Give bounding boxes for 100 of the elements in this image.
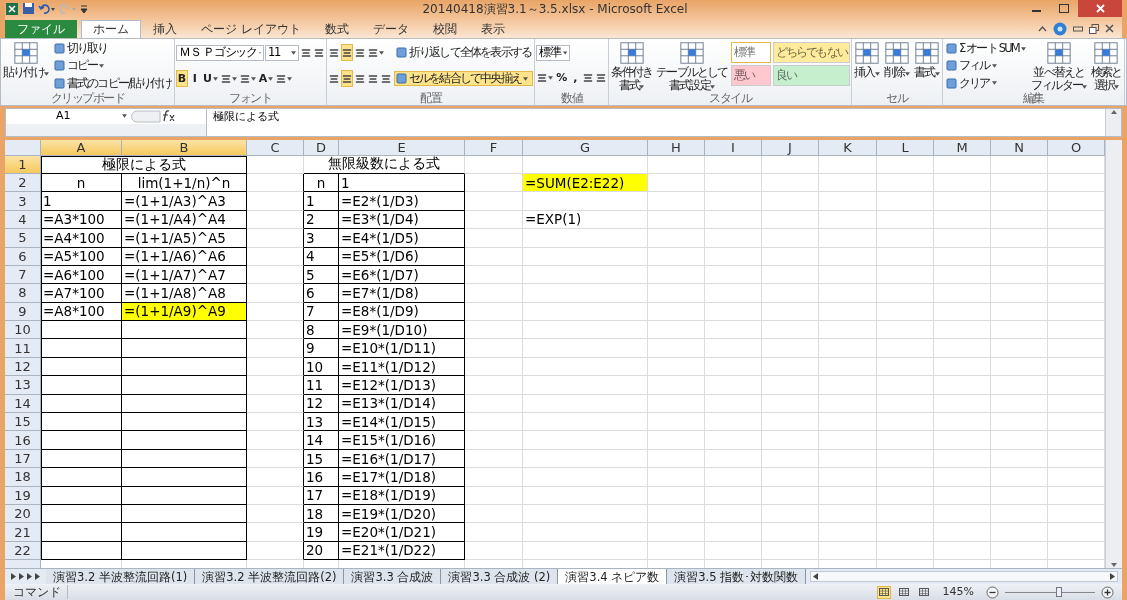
vertical-scrollbar[interactable] — [1105, 139, 1122, 569]
help-icon[interactable] — [1053, 21, 1067, 36]
column-header[interactable]: I — [705, 139, 762, 156]
dropdown-field[interactable]: 標準 — [536, 44, 571, 61]
column-header[interactable]: D — [304, 139, 339, 156]
zoom-out-icon[interactable] — [986, 585, 999, 599]
close-button[interactable] — [1078, 0, 1122, 18]
column-header[interactable]: A — [41, 139, 122, 156]
ribbon-tab[interactable]: データ — [360, 19, 421, 38]
view-button[interactable] — [896, 585, 911, 599]
sheet-tab[interactable]: 演習3.2 半波整流回路(2) — [195, 569, 345, 585]
column-header[interactable]: B — [122, 139, 247, 156]
scroll-right-icon[interactable] — [1110, 573, 1115, 581]
ribbon-button[interactable]: 挿入 — [852, 39, 881, 92]
row-header[interactable]: 10 — [5, 321, 41, 340]
customize-icon[interactable] — [80, 2, 88, 15]
zoom-level[interactable]: 145% — [936, 585, 980, 600]
ribbon-tab[interactable]: 挿入 — [141, 19, 189, 38]
collapse-icon[interactable] — [1038, 25, 1047, 33]
sheet-tab[interactable]: 演習3.5 指数･対数関数 — [667, 569, 807, 585]
row-header[interactable]: 5 — [5, 229, 41, 248]
table-cell — [877, 155, 934, 174]
row-header[interactable]: 18 — [5, 468, 41, 487]
restore-icon[interactable] — [1089, 23, 1099, 34]
table-cell: =E7*(1/D8) — [339, 284, 465, 303]
ribbon-tab[interactable]: ファイル — [5, 19, 77, 38]
row-header[interactable]: 15 — [5, 413, 41, 432]
ribbon-tab[interactable]: ホーム — [81, 19, 141, 38]
table-cell: 2 — [304, 210, 339, 230]
column-header[interactable]: L — [877, 139, 934, 156]
toggle-button[interactable]: % — [555, 69, 569, 87]
row-header[interactable]: 11 — [5, 339, 41, 358]
sheet-tab[interactable]: 演習3.3 合成波 — [344, 569, 442, 585]
dropdown-field[interactable]: ＭＳ Ｐゴシック — [175, 44, 264, 61]
ribbon-button[interactable]: コピー — [51, 58, 173, 74]
column-header[interactable]: J — [762, 139, 819, 156]
sheet-tab[interactable]: 演習3.4 ネピア数 — [558, 569, 668, 585]
column-header[interactable]: G — [523, 139, 648, 156]
row-header[interactable]: 3 — [5, 192, 41, 211]
sheet-tab[interactable]: 演習3.3 合成波 (2) — [441, 569, 559, 585]
ribbon-tab[interactable]: ページ レイアウト — [189, 19, 313, 38]
row-header[interactable]: 13 — [5, 376, 41, 395]
toggle-button[interactable]: A — [257, 70, 275, 88]
view-button[interactable] — [876, 585, 891, 599]
close-icon[interactable] — [1105, 24, 1114, 34]
column-header[interactable]: H — [648, 139, 705, 156]
scroll-left-icon[interactable] — [813, 573, 819, 581]
spreadsheet-icon[interactable] — [5, 1, 19, 16]
save-icon[interactable] — [22, 2, 35, 16]
icon-button[interactable] — [340, 44, 353, 62]
row-header[interactable]: 16 — [5, 431, 41, 450]
dropdown-field[interactable]: 11 — [264, 44, 299, 61]
ribbon-tab[interactable]: 表示 — [468, 19, 517, 38]
ribbon-button[interactable]: 切り取り — [51, 41, 173, 56]
zoom-slider[interactable] — [1056, 586, 1062, 597]
ribbon-button[interactable]: 検索と 選択 — [1090, 39, 1123, 92]
ribbon-tab[interactable]: 数式 — [312, 19, 361, 38]
ribbon-button[interactable]: 書式 — [912, 39, 941, 92]
caret-icon — [268, 76, 274, 81]
ribbon-button[interactable]: フィル — [943, 58, 1028, 74]
cell-style[interactable]: 良い — [772, 64, 850, 86]
ribbon-button[interactable]: クリア — [943, 75, 1028, 91]
table-cell — [762, 505, 819, 524]
toggle-button[interactable]: B — [175, 70, 188, 88]
cell-style[interactable]: どちらでもない — [772, 41, 850, 63]
row-header[interactable]: 8 — [5, 284, 41, 303]
ribbon-button[interactable]: Σ オート SUM — [943, 41, 1028, 57]
ribbon-button[interactable]: 書式のコピー/貼り付け — [51, 75, 173, 91]
column-header[interactable]: F — [465, 139, 523, 156]
column-header[interactable]: N — [991, 139, 1048, 156]
ribbon-button[interactable]: 折り返して全体を表示する — [393, 45, 534, 61]
view-button[interactable] — [916, 585, 931, 599]
minimize-icon[interactable] — [1073, 25, 1083, 33]
ribbon-button[interactable]: テーブルとして 書式設定 — [655, 39, 729, 92]
ribbon-button[interactable]: 並べ替えと フィルター — [1030, 39, 1088, 92]
sheet-tab[interactable]: 演習3.2 半波整流回路(1) — [46, 569, 196, 585]
column-header[interactable]: E — [339, 139, 465, 156]
toggle-button[interactable]: I — [188, 70, 201, 88]
column-header[interactable]: M — [934, 139, 991, 156]
table-cell — [877, 468, 934, 487]
caret-icon — [287, 76, 293, 81]
undo-icon[interactable] — [38, 2, 56, 15]
ribbon-tab[interactable]: 校閲 — [420, 19, 469, 38]
column-header[interactable]: C — [247, 139, 304, 156]
cell-style[interactable]: 悪い — [730, 64, 771, 86]
ribbon-button[interactable]: 条件付き 書式 — [610, 39, 654, 92]
toggle-button[interactable]: , — [569, 69, 582, 87]
column-header[interactable]: K — [819, 139, 877, 156]
zoom-in-icon[interactable] — [1101, 585, 1114, 599]
ribbon-button[interactable]: 削除 — [882, 39, 911, 92]
table-cell — [877, 210, 934, 230]
toggle-button[interactable]: U — [201, 70, 219, 88]
column-header[interactable]: O — [1048, 139, 1105, 156]
horizontal-scrollbar[interactable] — [810, 571, 1118, 583]
cell-style[interactable]: 標準 — [730, 41, 771, 63]
ribbon-button[interactable]: 貼り付け — [2, 39, 50, 92]
row-header[interactable]: 21 — [5, 523, 41, 542]
ribbon-button[interactable]: セルを結合して中央揃え — [393, 71, 534, 87]
table-cell — [991, 357, 1048, 377]
icon-button[interactable] — [340, 70, 353, 88]
